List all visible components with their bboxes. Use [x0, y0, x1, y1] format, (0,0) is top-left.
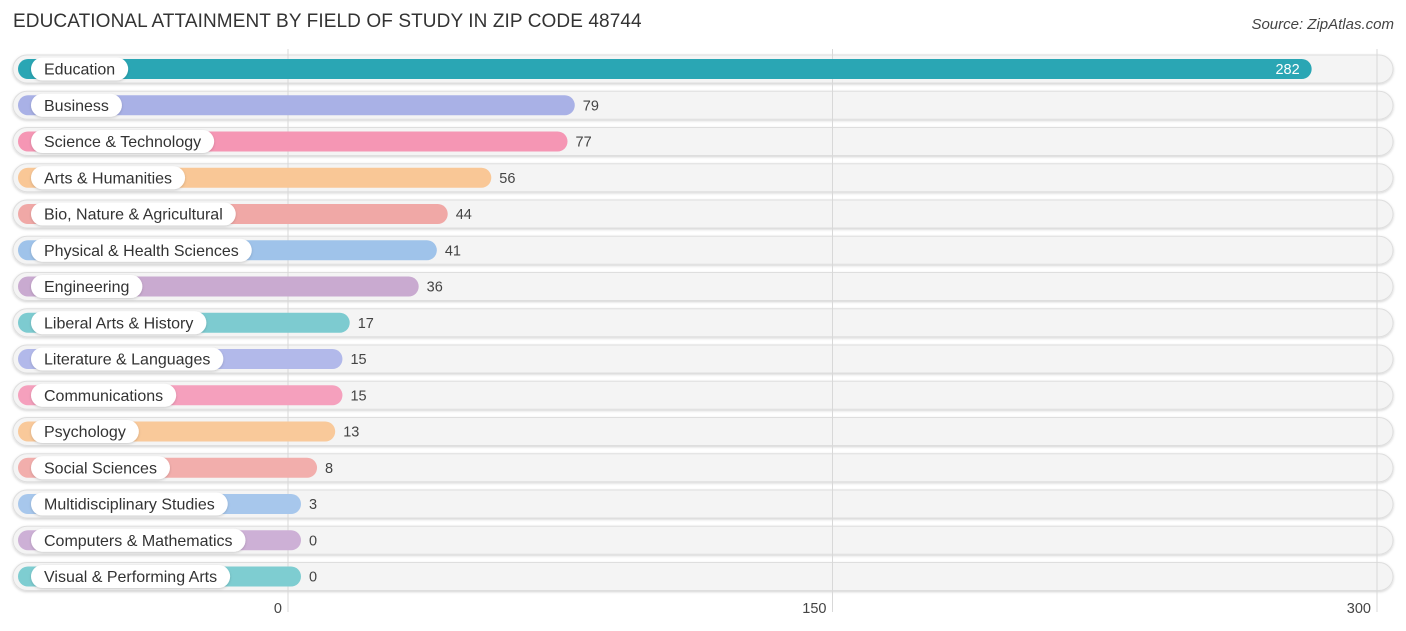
category-label: Education: [44, 62, 115, 79]
x-tick-label: 0: [274, 601, 282, 617]
category-label: Communications: [44, 388, 163, 405]
value-label: 44: [456, 207, 472, 223]
value-label: 17: [358, 316, 374, 332]
value-label: 36: [427, 280, 443, 296]
value-label: 282: [1275, 62, 1299, 78]
bar: [18, 59, 1312, 79]
category-label: Business: [44, 98, 109, 115]
value-label: 8: [325, 461, 333, 477]
category-label: Computers & Mathematics: [44, 533, 233, 550]
bar-chart: Education 282 Business 79 Science & Technolo…: [12, 49, 1394, 617]
category-label: Engineering: [44, 279, 129, 296]
value-label: 15: [350, 388, 366, 404]
value-label: 77: [576, 135, 592, 151]
value-label: 0: [309, 570, 317, 586]
category-label: Multidisciplinary Studies: [44, 497, 215, 514]
value-label: 15: [350, 352, 366, 368]
category-label: Science & Technology: [44, 134, 201, 151]
x-tick-label: 300: [1347, 601, 1371, 617]
category-label: Arts & Humanities: [44, 170, 172, 187]
value-label: 56: [499, 171, 515, 187]
category-label: Bio, Nature & Agricultural: [44, 207, 223, 224]
category-label: Visual & Performing Arts: [44, 569, 217, 586]
category-label: Physical & Health Sciences: [44, 243, 239, 260]
category-label: Psychology: [44, 424, 126, 441]
category-label: Liberal Arts & History: [44, 315, 193, 332]
category-label: Social Sciences: [44, 460, 157, 477]
category-label: Literature & Languages: [44, 352, 210, 369]
value-label: 3: [309, 497, 317, 513]
value-label: 79: [583, 98, 599, 114]
value-label: 13: [343, 425, 359, 441]
x-tick-label: 150: [802, 601, 826, 617]
value-label: 41: [445, 243, 461, 259]
value-label: 0: [309, 533, 317, 549]
